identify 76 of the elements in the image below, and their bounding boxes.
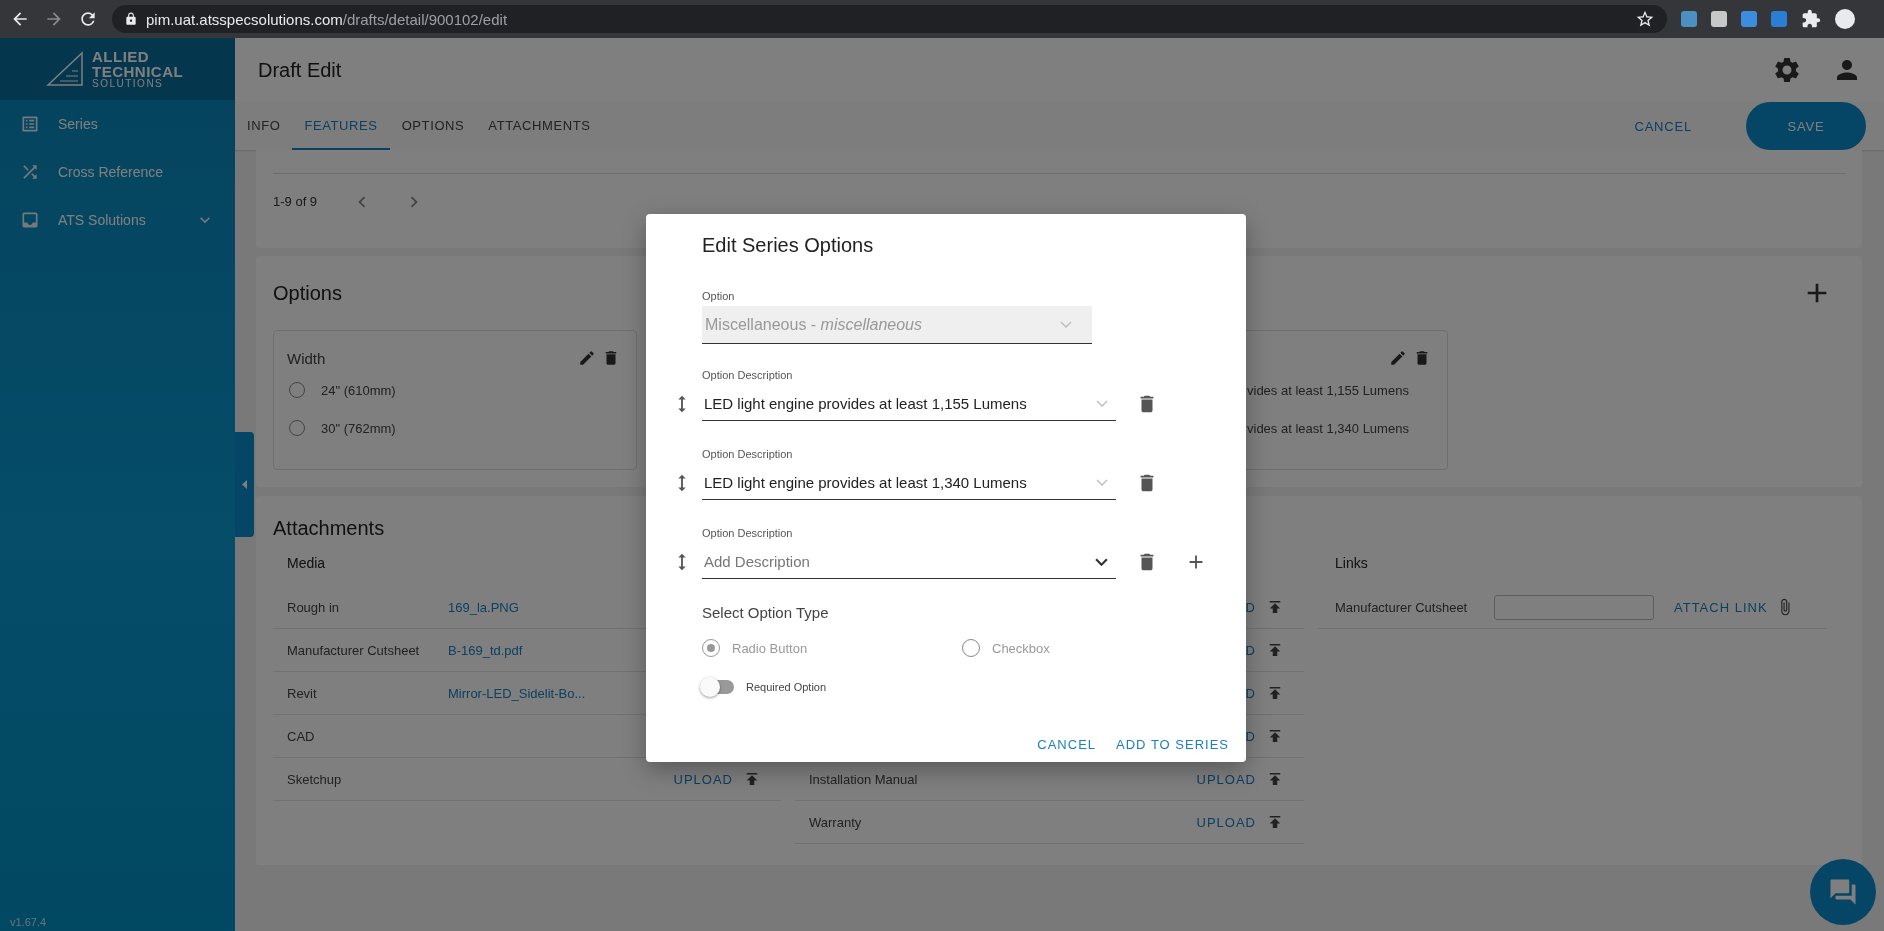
reload-icon[interactable] (78, 9, 98, 29)
tab[interactable]: OPTIONS (389, 102, 477, 150)
upload-button[interactable]: UPLOAD (1196, 771, 1256, 787)
description-field[interactable]: Add Description (702, 545, 1116, 579)
field-label: Option (702, 289, 736, 303)
option-choice: vides at least 1,155 Lumens (1247, 382, 1409, 398)
edit-icon[interactable] (1389, 349, 1407, 367)
tray-icon (20, 210, 40, 230)
upload-button[interactable]: D (1245, 685, 1256, 701)
upload-button[interactable]: D (1245, 599, 1256, 615)
field-label: Option Description (702, 526, 794, 540)
star-icon[interactable] (1635, 9, 1655, 29)
logo-icon (46, 51, 86, 87)
column-heading: Media (287, 555, 326, 571)
tab[interactable]: ATTACHMENTS (476, 102, 603, 150)
row-label: Manufacturer Cutsheet (1335, 599, 1469, 615)
sidebar-item[interactable]: Cross Reference (0, 148, 235, 196)
dialog-title: Edit Series Options (702, 233, 875, 258)
field-label: Option Description (702, 447, 794, 461)
add-to-series-button[interactable]: ADD TO SERIES (1116, 733, 1229, 756)
link-field[interactable] (1494, 594, 1654, 620)
caret-icon (242, 480, 247, 489)
page-title: Draft Edit (258, 58, 343, 82)
version-label: v1.67.4 (9, 916, 48, 930)
save-button[interactable]: SAVE (1746, 102, 1866, 150)
puzzle-icon[interactable] (1801, 9, 1821, 29)
row-label: Revit (287, 685, 318, 701)
row-label: Manufacturer Cutsheet (287, 642, 421, 658)
file-link[interactable]: B-169_td.pdf (448, 642, 523, 658)
row-label: Sketchup (287, 771, 343, 787)
sidebar-item[interactable]: Series (0, 100, 235, 148)
upload-button[interactable]: UPLOAD (673, 771, 733, 787)
column-heading: Links (1335, 555, 1368, 571)
option-title: Width (287, 349, 326, 367)
file-link[interactable]: 169_la.PNG (448, 599, 519, 615)
profile-icon[interactable] (1835, 9, 1855, 29)
tab[interactable]: INFO (235, 102, 293, 150)
row-label: Rough in (287, 599, 341, 615)
list-icon (20, 114, 40, 134)
radio-option[interactable]: Checkbox (962, 639, 1229, 657)
section-title: Attachments (273, 517, 385, 540)
cancel-button[interactable]: CANCEL (1628, 102, 1698, 150)
description-field[interactable]: LED light engine provides at least 1,155 Lumens (702, 387, 1116, 421)
chevron-down-icon (1060, 321, 1072, 328)
pagination-label: 1-9 of 9 (273, 194, 318, 209)
row-label: Warranty (809, 814, 862, 830)
shuffle-icon (20, 162, 40, 182)
lock-icon (124, 12, 138, 26)
option-choice: vides at least 1,340 Lumens (1247, 420, 1409, 436)
file-link[interactable]: Mirror-LED_Sidelit-Bo... (448, 685, 586, 701)
row-label: Installation Manual (809, 771, 918, 787)
logo-text: SOLUTIONS (92, 79, 165, 89)
option-choice: 24" (610mm) (321, 382, 396, 398)
toggle-label: Required Option (746, 681, 827, 693)
upload-button[interactable]: D (1245, 642, 1256, 658)
sidebar-item[interactable]: ATS Solutions (0, 196, 235, 244)
row-label: CAD (287, 728, 316, 744)
edit-icon[interactable] (578, 349, 596, 367)
settings-icon[interactable] (1772, 55, 1802, 85)
upload-button[interactable]: UPLOAD (1196, 814, 1256, 830)
logo-text: TECHNICAL (92, 64, 184, 79)
chevron-down-icon (1095, 557, 1108, 566)
logo-text: ALLIED (92, 49, 151, 64)
attach-link-button[interactable]: ATTACH LINK (1674, 599, 1768, 615)
section-title: Options (273, 281, 342, 305)
upload-button[interactable]: D (1245, 728, 1256, 744)
radio-option[interactable]: Radio Button (702, 639, 962, 657)
field-label: Option Description (702, 368, 794, 382)
description-field[interactable]: LED light engine provides at least 1,340 Lumens (702, 466, 1116, 500)
address-bar[interactable]: pim.uat.atsspecsolutions.com/drafts/detail/900102/edit (112, 5, 1667, 33)
cancel-button[interactable]: CANCEL (1037, 733, 1097, 756)
chevron-down-icon (1096, 400, 1108, 407)
section-label: Select Option Type (702, 604, 830, 623)
chevron-down-icon (1096, 479, 1108, 486)
chat-icon (1828, 877, 1858, 907)
option-choice: 30" (762mm) (321, 420, 396, 436)
